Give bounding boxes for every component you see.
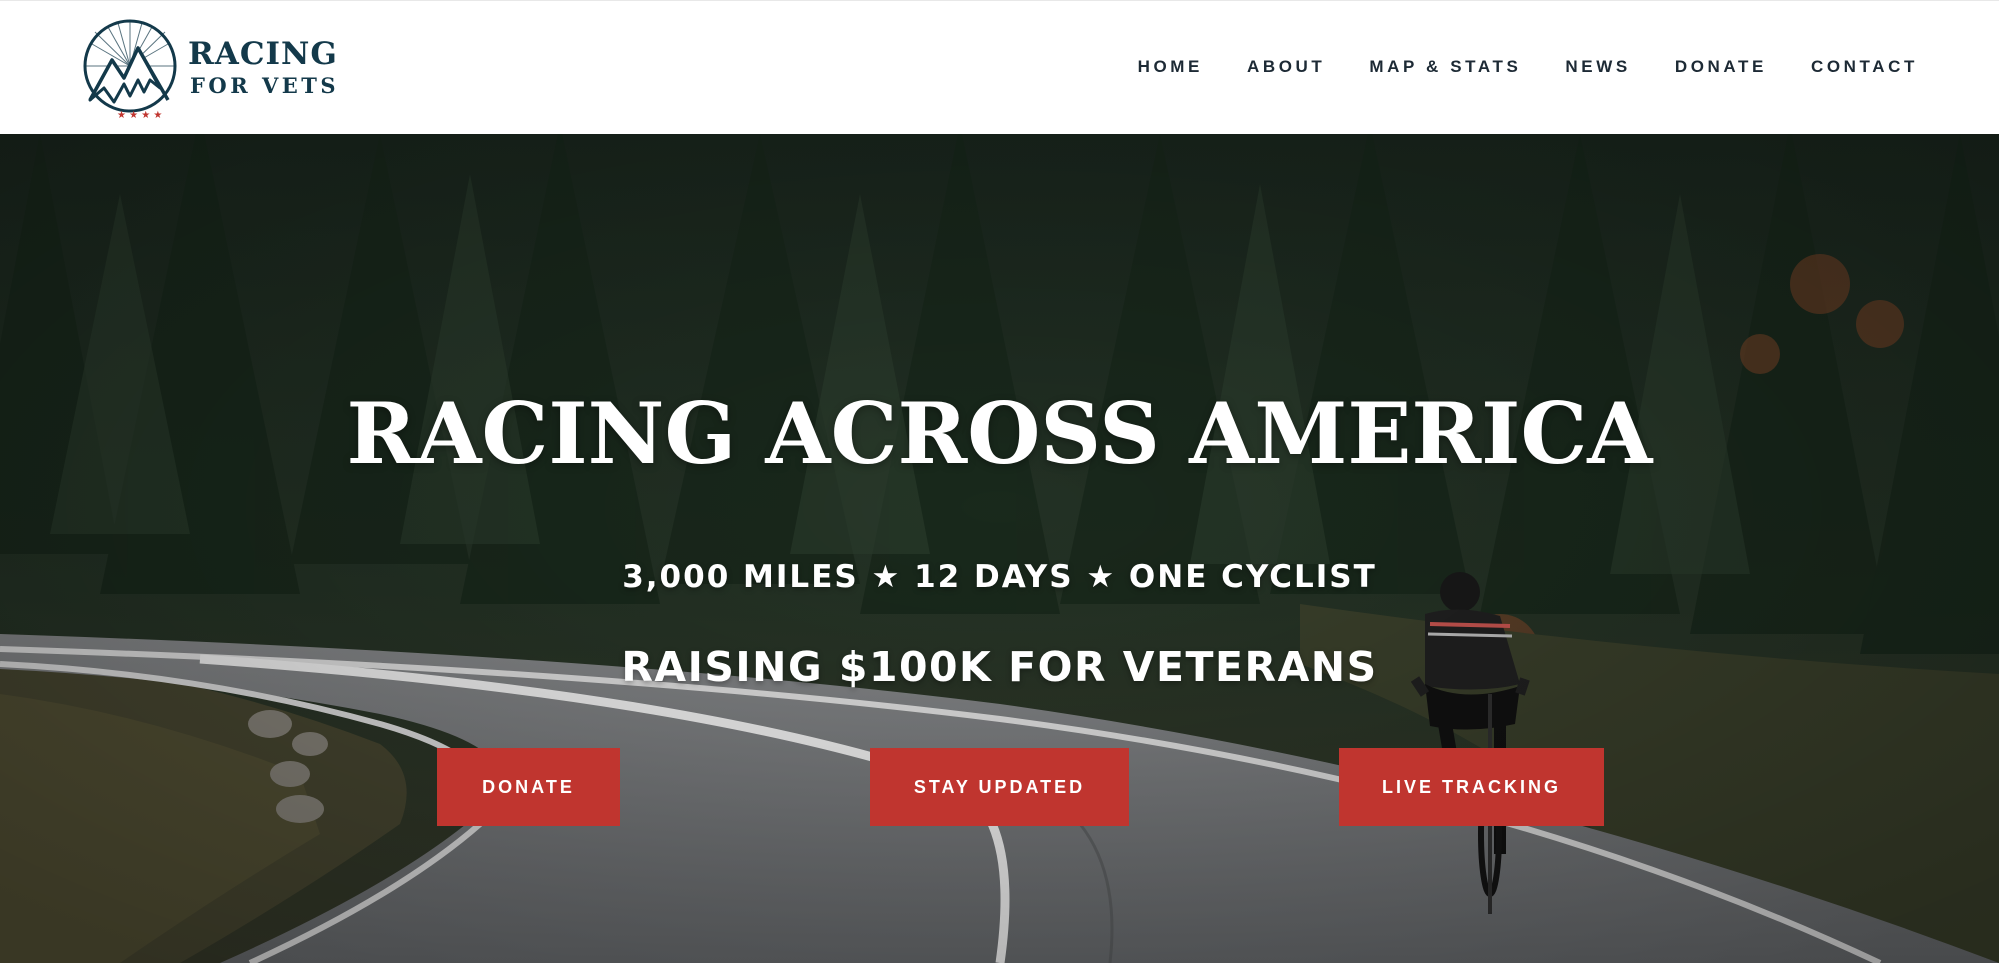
hero-section: RACING ACROSS AMERICA 3,000 MILES ★ 12 D… bbox=[0, 134, 1999, 963]
site-logo[interactable]: ★ ★ ★ ★ RACING FOR VETS bbox=[80, 18, 340, 118]
nav-home[interactable]: HOME bbox=[1138, 57, 1203, 77]
live-tracking-button[interactable]: LIVE TRACKING bbox=[1339, 748, 1604, 826]
hero-background-image bbox=[0, 134, 1999, 963]
nav-contact[interactable]: CONTACT bbox=[1811, 57, 1918, 77]
mountain-wheel-logo-icon: ★ ★ ★ ★ bbox=[83, 19, 177, 118]
hero-subtitle: 3,000 MILES ★ 12 DAYS ★ ONE CYCLIST bbox=[622, 559, 1377, 595]
donate-button[interactable]: DONATE bbox=[437, 748, 620, 826]
nav-news[interactable]: NEWS bbox=[1565, 57, 1630, 77]
nav-map-stats[interactable]: MAP & STATS bbox=[1369, 57, 1521, 77]
svg-text:★ ★ ★ ★: ★ ★ ★ ★ bbox=[117, 110, 162, 118]
stay-updated-button[interactable]: STAY UPDATED bbox=[870, 748, 1129, 826]
hero-title: RACING ACROSS AMERICA bbox=[346, 384, 1653, 483]
logo-subtitle: FOR VETS bbox=[190, 73, 340, 98]
site-header: ★ ★ ★ ★ RACING FOR VETS HOME ABOUT MAP &… bbox=[0, 0, 1999, 134]
logo-title: RACING bbox=[188, 36, 338, 72]
nav-about[interactable]: ABOUT bbox=[1247, 57, 1325, 77]
hero-tagline: RAISING $100K FOR VETERANS bbox=[621, 643, 1378, 691]
nav-donate[interactable]: DONATE bbox=[1675, 57, 1767, 77]
main-nav: HOME ABOUT MAP & STATS NEWS DONATE CONTA… bbox=[1094, 57, 1918, 77]
